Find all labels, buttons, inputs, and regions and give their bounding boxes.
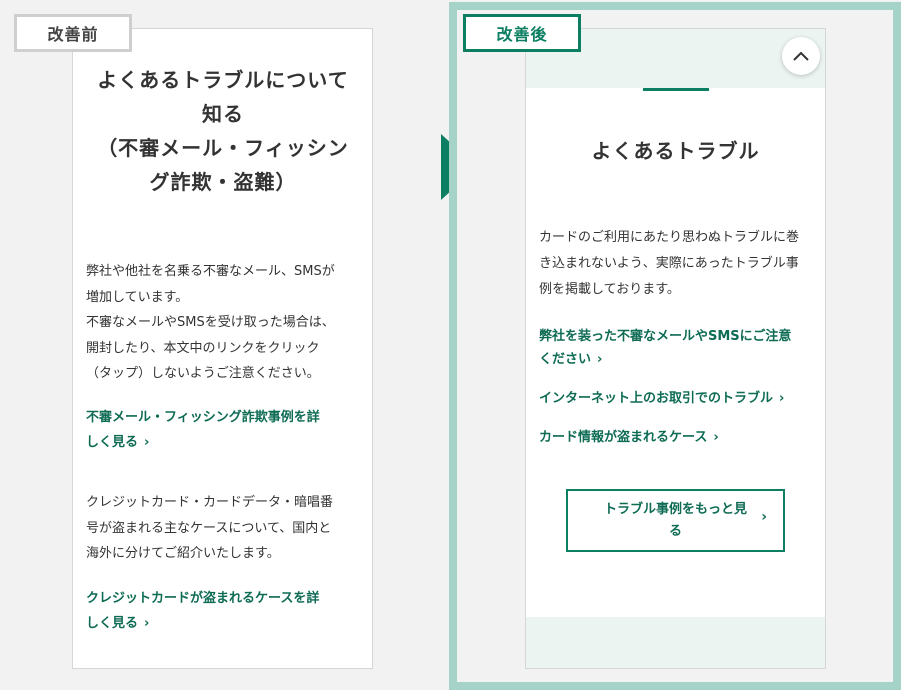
chevron-right-icon: › — [761, 509, 767, 525]
chevron-right-icon: › — [713, 430, 719, 445]
suspicious-mail-link[interactable]: 弊社を装った不審なメールやSMSにご注意 ください › — [539, 325, 819, 371]
button-line: トラブル事例をもっと見 — [603, 501, 747, 517]
paragraph-line: 不審なメールやSMSを受け取った場合は、 — [86, 315, 335, 330]
before-title-line: よくあるトラブルについて — [97, 68, 349, 92]
paragraph-line: 弊社や他社を名乗る不審なメール、SMSが — [86, 264, 335, 279]
after-label: 改善後 — [463, 14, 581, 52]
before-title-line: 知る — [202, 102, 244, 126]
card-theft-link[interactable]: カード情報が盗まれるケース › — [539, 426, 819, 449]
paragraph-line: （タップ）しないようご注意ください。 — [86, 366, 320, 381]
chevron-right-icon: › — [144, 616, 150, 631]
paragraph-line: 開封したり、本文中のリンクをクリック — [86, 340, 320, 356]
paragraph-line: 号が盗まれる主なケースについて、国内と — [86, 520, 332, 536]
before-page-title: よくあるトラブルについて 知る （不審メール・フィッシン グ詐欺・盗難） — [87, 63, 359, 199]
bottom-band — [526, 617, 825, 668]
link-label: インターネット上のお取引でのトラブル — [539, 391, 774, 406]
chevron-right-icon: › — [779, 391, 785, 406]
link-line: クレジットカードが盗まれるケースを詳 — [86, 591, 320, 606]
collapse-button[interactable] — [782, 37, 820, 75]
paragraph-line: クレジットカード・カードデータ・暗唱番 — [86, 495, 334, 510]
before-theft-paragraph: クレジットカード・カードデータ・暗唱番 号が盗まれる主なケースについて、国内と … — [86, 490, 364, 567]
see-more-label: トラブル事例をもっと見 る — [596, 499, 756, 543]
button-line: る — [668, 523, 682, 539]
accent-bar — [643, 88, 709, 91]
after-mobile-panel: よくあるトラブル カードのご利用にあたり思わぬトラブルに巻 き込まれないよう、実… — [525, 28, 826, 669]
before-title-line: （不審メール・フィッシン — [97, 136, 349, 160]
link-label: カード情報が盗まれるケース — [539, 430, 708, 445]
link-line: 不審メール・フィッシング詐欺事例を詳 — [86, 410, 320, 425]
online-trouble-link[interactable]: インターネット上のお取引でのトラブル › — [539, 387, 819, 410]
chevron-right-icon: › — [144, 435, 150, 450]
paragraph-line: き込まれないよう、実際にあったトラブル事 — [539, 256, 799, 271]
link-line: しく見る — [86, 616, 139, 631]
before-title-line: グ詐欺・盗難） — [149, 170, 297, 194]
chevron-up-icon — [793, 51, 809, 61]
paragraph-line: カードのご利用にあたり思わぬトラブルに巻 — [539, 230, 800, 245]
before-label: 改善前 — [14, 14, 132, 52]
before-mobile-panel: よくあるトラブルについて 知る （不審メール・フィッシン グ詐欺・盗難） 弊社や… — [72, 28, 373, 669]
paragraph-line: 例を掲載しております。 — [539, 282, 680, 297]
paragraph-line: 海外に分けてご紹介いたします。 — [86, 546, 280, 561]
link-line: ください — [539, 352, 592, 367]
before-theft-link[interactable]: クレジットカードが盗まれるケースを詳 しく見る › — [86, 586, 358, 636]
see-more-button[interactable]: トラブル事例をもっと見 る › — [566, 489, 785, 552]
link-line: しく見る — [86, 435, 139, 450]
after-page-title: よくあるトラブル — [591, 139, 760, 163]
link-line: 弊社を装った不審なメールやSMSにご注意 — [539, 329, 792, 344]
after-intro-paragraph: カードのご利用にあたり思わぬトラブルに巻 き込まれないよう、実際にあったトラブル… — [539, 225, 815, 303]
paragraph-line: 増加しています。 — [86, 289, 189, 305]
before-phishing-link[interactable]: 不審メール・フィッシング詐欺事例を詳 しく見る › — [86, 405, 358, 455]
before-intro-paragraph: 弊社や他社を名乗る不審なメール、SMSが 増加しています。 不審なメールやSMS… — [86, 259, 364, 387]
chevron-right-icon: › — [597, 352, 603, 367]
